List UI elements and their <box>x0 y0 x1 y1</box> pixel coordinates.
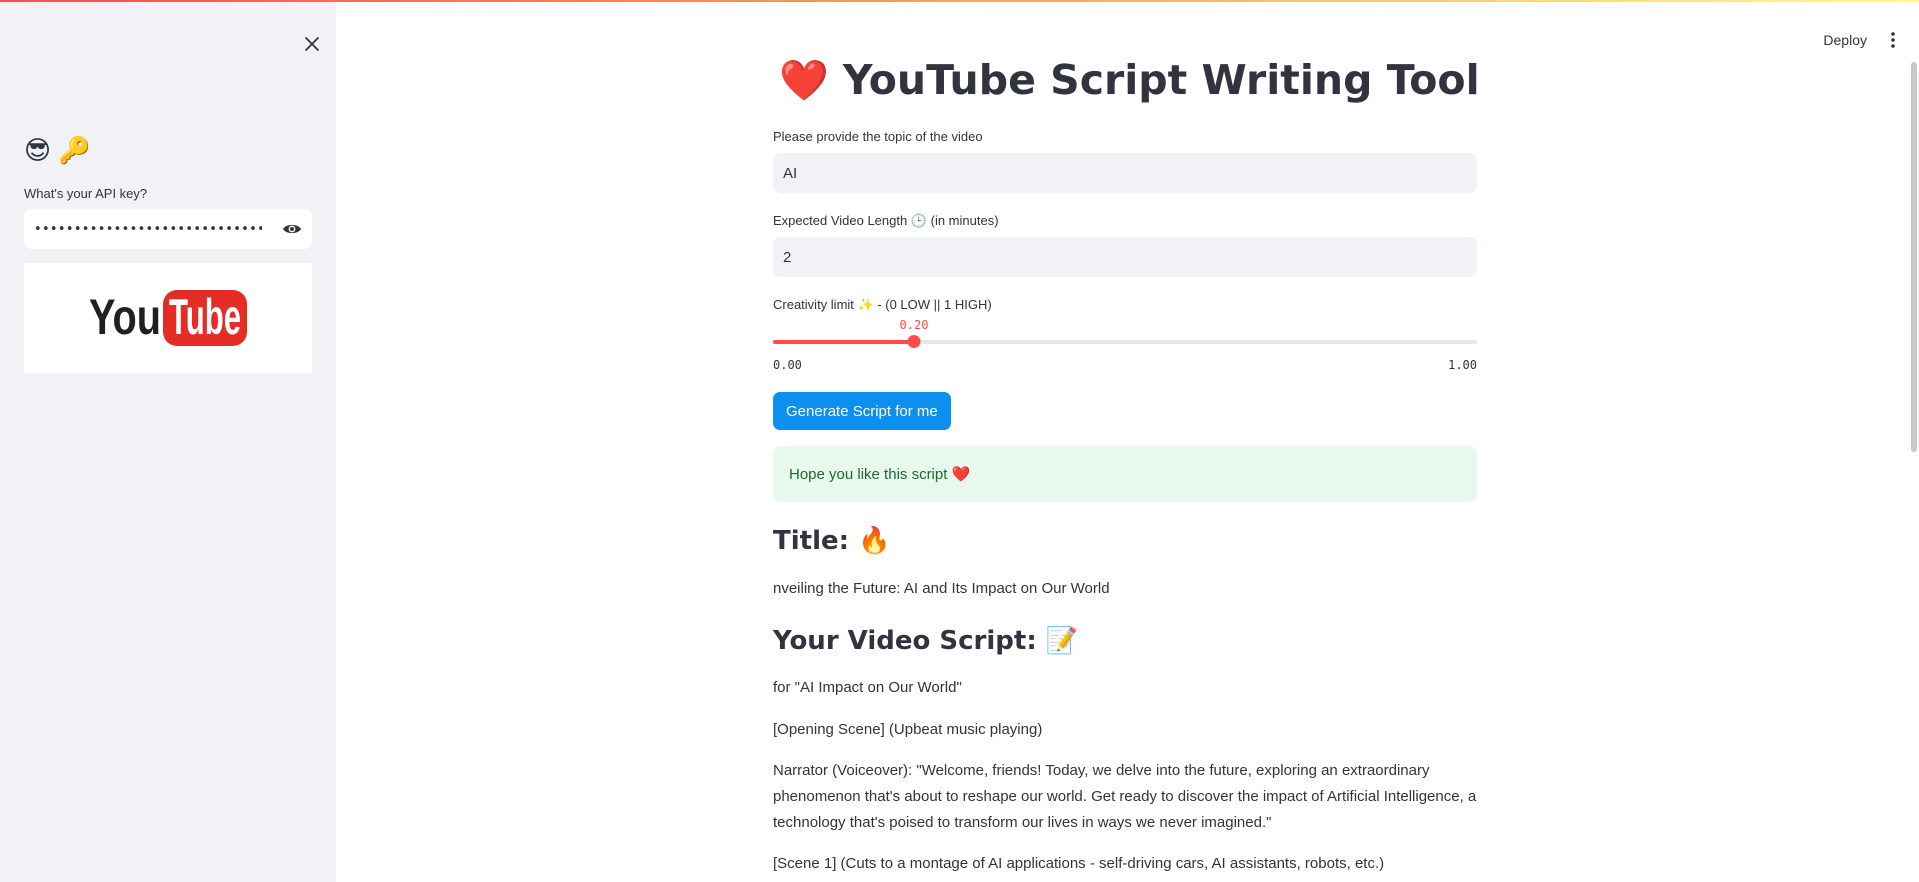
page-title: ❤️ YouTube Script Writing Tool <box>779 56 1480 104</box>
script-paragraph: [Opening Scene] (Upbeat music playing) <box>773 721 1043 738</box>
script-heading: Your Video Script: 📝 <box>773 626 1079 656</box>
deploy-button[interactable]: Deploy <box>1823 32 1867 48</box>
slider-fill <box>773 340 914 344</box>
heart-emoji: ❤️ <box>779 57 829 104</box>
show-password-button[interactable] <box>272 209 312 249</box>
topic-label: Please provide the topic of the video <box>773 129 983 144</box>
script-paragraph: Narrator (Voiceover): "Welcome, friends!… <box>773 762 1477 831</box>
main-menu-button[interactable] <box>1881 24 1905 56</box>
top-decoration-bar <box>0 0 1919 2</box>
sidebar: 😎 🔑 What's your API key? You Tube <box>0 2 336 882</box>
video-length-label: Expected Video Length 🕒 (in minutes) <box>773 213 999 228</box>
video-length-input[interactable] <box>773 237 1477 277</box>
sidebar-close-button[interactable] <box>300 32 324 56</box>
main-scrollbar[interactable] <box>1911 62 1917 452</box>
script-paragraph: for "AI Impact on Our World" <box>773 679 962 696</box>
topic-input[interactable] <box>773 153 1477 193</box>
api-key-input[interactable] <box>24 209 272 249</box>
creativity-label: Creativity limit ✨ - (0 LOW || 1 HIGH) <box>773 297 992 312</box>
svg-text:Tube: Tube <box>169 289 241 345</box>
slider-max-label: 1.00 <box>1448 358 1477 372</box>
youtube-logo: You Tube <box>89 286 247 350</box>
svg-text:You: You <box>89 289 161 345</box>
script-paragraph: [Scene 1] (Cuts to a montage of AI appli… <box>773 855 1385 872</box>
generated-title: nveiling the Future: AI and Its Impact o… <box>773 580 1110 597</box>
creativity-slider[interactable]: 0.20 0.00 1.00 <box>773 318 1477 372</box>
eye-icon <box>283 224 301 234</box>
slider-thumb[interactable] <box>907 335 921 348</box>
app-header: Deploy <box>1823 24 1919 56</box>
success-alert: Hope you like this script ❤️ <box>773 446 1477 502</box>
slider-value-label: 0.20 <box>899 318 929 332</box>
page-title-text: YouTube Script Writing Tool <box>842 56 1480 104</box>
close-icon <box>305 37 319 51</box>
more-vertical-icon <box>1891 32 1895 48</box>
title-heading: Title: 🔥 <box>773 526 891 556</box>
api-key-field <box>24 209 312 249</box>
generate-script-button[interactable]: Generate Script for me <box>773 392 951 430</box>
youtube-logo-card: You Tube <box>24 263 312 373</box>
api-key-label: What's your API key? <box>24 186 148 201</box>
sidebar-emojis: 😎 🔑 <box>24 135 91 165</box>
slider-min-label: 0.00 <box>773 358 802 372</box>
